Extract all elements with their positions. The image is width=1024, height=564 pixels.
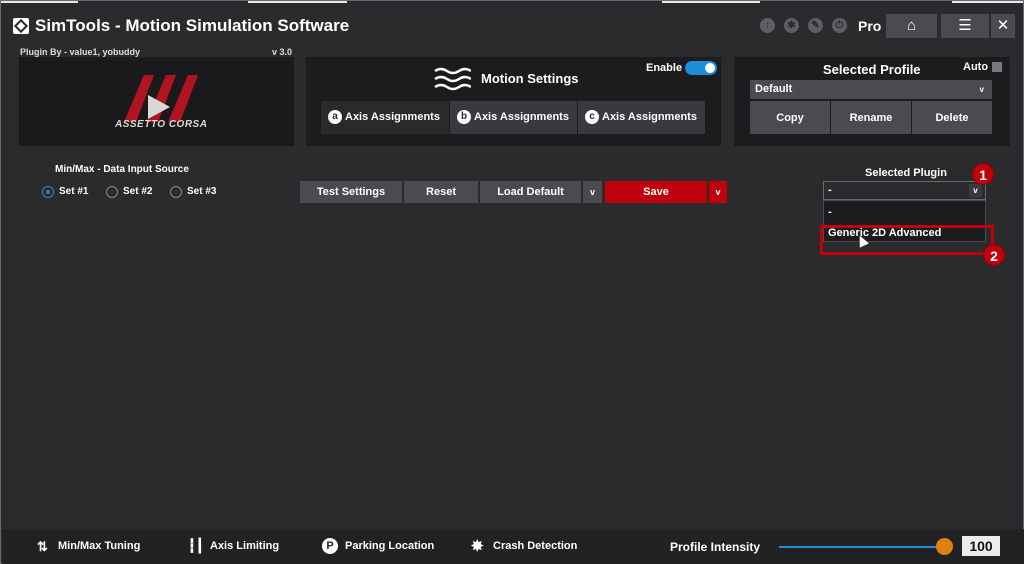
enable-label: Enable [646,62,683,74]
profile-select-value: Default [755,83,793,95]
plugin-option-none[interactable]: - [828,206,832,218]
selected-plugin-label: Selected Plugin [865,167,947,179]
enable-toggle[interactable] [685,61,717,75]
home-button[interactable]: ⌂ [886,14,937,38]
crash-icon: ✸ [471,538,484,555]
highlight-box [820,225,994,255]
load-default-chevron-button[interactable]: v [583,181,602,203]
game-name: ASSETTO CORSA [115,119,208,130]
hamburger-icon: ☰ [958,17,972,34]
app-window: SimTools - Motion Simulation Software ↑ … [0,0,1024,564]
app-title: SimTools - Motion Simulation Software [35,16,350,35]
parking-icon: P [322,538,338,554]
radio-label: Set #2 [123,186,153,197]
chevron-down-icon: v [979,85,984,94]
tab-label: Axis Assignments [474,111,569,123]
titlebar: SimTools - Motion Simulation Software ↑ … [1,8,1024,44]
step-badge-1: 1 [972,163,994,185]
intensity-slider-track[interactable] [779,546,945,548]
intensity-slider-thumb[interactable] [936,538,953,555]
radio-label: Set #1 [59,186,89,197]
step-badge-2: 2 [983,244,1005,266]
selected-profile-title: Selected Profile [823,62,921,77]
game-banner: ASSETTO CORSA [19,57,294,146]
minmax-tuning-button[interactable]: Min/Max Tuning [58,540,140,552]
save-button[interactable]: Save [605,181,707,203]
save-chevron-button[interactable]: v [709,181,727,203]
badge-a-icon: a [328,110,342,124]
badge-c-icon: c [585,110,599,124]
copy-button[interactable]: Copy [750,101,830,134]
pro-label: Pro [858,18,882,34]
menu-button[interactable]: ☰ [941,14,989,38]
home-icon: ⌂ [906,17,917,34]
crash-detection-button[interactable]: Crash Detection [493,540,577,552]
badge-b-icon: b [457,110,471,124]
up-arrow-icon[interactable]: ↑ [760,18,775,33]
load-default-button[interactable]: Load Default [480,181,581,203]
tab-axis-assignments-a[interactable]: a Axis Assignments [321,101,449,134]
radio-dot [170,186,182,198]
waves-icon [434,67,471,91]
intensity-value-box[interactable]: 100 [962,536,1000,556]
profile-select[interactable]: Default v [750,80,992,99]
plugin-select[interactable]: - [823,181,986,200]
delete-button[interactable]: Delete [912,101,992,134]
tab-label: Axis Assignments [602,111,697,123]
tab-label: Axis Assignments [345,111,440,123]
reset-button[interactable]: Reset [404,181,478,203]
close-icon: ✕ [996,17,1010,34]
wrench-icon[interactable]: ✎ [808,18,823,33]
motion-settings-title: Motion Settings [481,71,579,86]
plugin-author: Plugin By - value1, yobuddy [20,47,141,57]
auto-checkbox[interactable] [992,62,1002,72]
rename-button[interactable]: Rename [831,101,911,134]
profile-intensity-label: Profile Intensity [670,540,761,554]
radio-dot [42,186,54,198]
parking-location-button[interactable]: Parking Location [345,540,434,552]
axis-limit-icon: ┇┃ [188,538,204,553]
tab-axis-assignments-b[interactable]: b Axis Assignments [450,101,577,134]
input-source-title: Min/Max - Data Input Source [55,164,189,175]
radio-dot [106,186,118,198]
tab-axis-assignments-c[interactable]: c Axis Assignments [578,101,705,134]
plugin-select-value: - [828,184,832,196]
auto-label: Auto [963,61,989,73]
simtools-logo-icon [13,18,29,34]
updown-arrows-icon: ⇅ [37,539,48,554]
close-button[interactable]: ✕ [991,14,1015,38]
power-icon[interactable]: ⏻ [832,18,847,33]
plugin-version: v 3.0 [272,47,293,57]
radio-label: Set #3 [187,186,217,197]
axis-limiting-button[interactable]: Axis Limiting [210,540,279,552]
plugin-dropdown-arrow[interactable]: v [969,184,982,197]
gear-icon[interactable]: ✱ [784,18,799,33]
test-settings-button[interactable]: Test Settings [300,181,402,203]
